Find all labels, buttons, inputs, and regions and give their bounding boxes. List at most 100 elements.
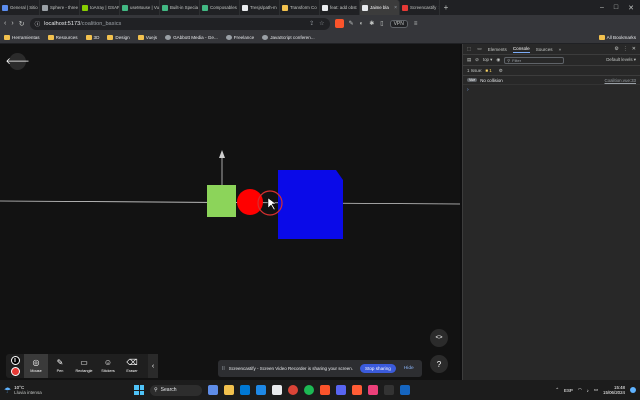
issues-bar[interactable]: 1 Issue: ■ 1 ⚙ bbox=[463, 66, 640, 76]
site-info-icon[interactable]: ⓘ bbox=[35, 20, 41, 28]
clock[interactable]: 15:48 15/06/2024 bbox=[603, 385, 625, 395]
bookmark-favicon-icon bbox=[225, 35, 232, 40]
slack-icon[interactable] bbox=[272, 385, 282, 395]
tab-elements[interactable]: Elements bbox=[488, 47, 507, 52]
taskbar-search-box[interactable]: ⚲ Search bbox=[150, 384, 202, 396]
bookmark-item[interactable]: JavaScript conferen... bbox=[262, 35, 315, 40]
address-bar[interactable]: ⓘ localhost:5173/coalition_basics ⇪ ☆ bbox=[29, 17, 330, 30]
canvas-viewport[interactable]: 🡐 <> ? II ◎ Mouse ✎ Pen ▭ Rectangle ☺ Stickers ⌫… bbox=[0, 44, 460, 380]
brave-shield-icon[interactable] bbox=[334, 19, 344, 28]
brave-icon[interactable] bbox=[320, 385, 330, 395]
browser-tab[interactable]: Screencastify× bbox=[400, 0, 440, 15]
minimize-icon[interactable]: – bbox=[600, 4, 604, 12]
console-settings-icon[interactable]: ⚙ bbox=[499, 68, 503, 74]
bookmark-item[interactable]: Resources bbox=[47, 35, 78, 40]
kebab-menu-icon[interactable]: ⋮ bbox=[623, 46, 628, 52]
reload-icon[interactable]: ↻ bbox=[19, 20, 25, 28]
obs-icon[interactable] bbox=[368, 385, 378, 395]
bookmark-item[interactable]: Design bbox=[107, 35, 130, 40]
3d-scene[interactable] bbox=[0, 44, 460, 380]
color-extension-icon[interactable]: ◐ bbox=[360, 21, 364, 27]
tab-close-icon[interactable]: × bbox=[394, 5, 397, 11]
chrome-icon[interactable] bbox=[288, 385, 298, 395]
screencastify-tool-pen[interactable]: ✎ Pen bbox=[48, 354, 72, 378]
log-source-link[interactable]: Coalition.vue:33 bbox=[605, 78, 637, 83]
sidebar-toggle-icon[interactable]: ▤ bbox=[467, 57, 471, 63]
screencastify-tool-mouse[interactable]: ◎ Mouse bbox=[24, 354, 48, 378]
discord-icon[interactable] bbox=[336, 385, 346, 395]
windows-start-icon[interactable] bbox=[134, 385, 144, 395]
notification-icon[interactable] bbox=[630, 387, 636, 393]
battery-icon[interactable]: ▭ bbox=[594, 387, 598, 393]
browser-tab[interactable]: useMouse | Vu× bbox=[120, 0, 160, 15]
context-selector[interactable]: top ▾ bbox=[483, 57, 493, 63]
more-tabs-button[interactable]: » bbox=[559, 47, 562, 52]
close-devtools-icon[interactable]: ✕ bbox=[632, 46, 636, 52]
bookmark-item[interactable]: Freelance bbox=[225, 35, 254, 40]
back-arrow-icon[interactable]: ‹ bbox=[4, 20, 6, 27]
bookmark-item[interactable]: 3D bbox=[85, 35, 99, 40]
hide-button[interactable]: Hide bbox=[404, 366, 414, 371]
browser-tab[interactable]: toArray | GSAP× bbox=[80, 0, 120, 15]
console-filter-input[interactable]: ⚲ Filter bbox=[504, 56, 565, 64]
share-icon[interactable]: ⇪ bbox=[309, 20, 314, 27]
record-icon[interactable] bbox=[10, 367, 20, 376]
bookmark-item[interactable]: Vuejs bbox=[137, 35, 157, 40]
browser-tab[interactable]: Built-in Specia× bbox=[160, 0, 200, 15]
volume-icon[interactable]: ♪ bbox=[587, 388, 589, 393]
back-button[interactable]: 🡐 bbox=[5, 53, 30, 70]
bookmark-star-icon[interactable]: ☆ bbox=[319, 20, 324, 27]
tab-console[interactable]: Console bbox=[512, 46, 530, 53]
wifi-icon[interactable]: ◠ bbox=[578, 387, 582, 393]
browser-tab[interactable]: Composables× bbox=[200, 0, 240, 15]
eye-icon[interactable]: ◉ bbox=[496, 57, 500, 63]
sidebar-icon[interactable]: ▯ bbox=[380, 20, 383, 27]
tab-label: Jaime bla bbox=[370, 5, 389, 10]
vscode-icon[interactable] bbox=[256, 385, 266, 395]
browser-tab[interactable]: Transform Co× bbox=[280, 0, 320, 15]
task-view-icon[interactable] bbox=[208, 385, 218, 395]
tab-label: Transform Co bbox=[290, 5, 317, 10]
browser-tab[interactable]: General | Sitio× bbox=[0, 0, 40, 15]
weather-widget[interactable]: ☂ 10°C Lluvia intensa bbox=[4, 385, 64, 396]
bookmark-item[interactable]: GAbbott Media - Ge... bbox=[165, 35, 218, 40]
pen-extension-icon[interactable]: ✎ bbox=[349, 20, 354, 27]
vpn-button[interactable]: VPN bbox=[389, 19, 408, 28]
terminal-icon[interactable] bbox=[384, 385, 394, 395]
browser-tab[interactable]: feat: add obst× bbox=[320, 0, 360, 15]
browser-tab[interactable]: Jaime bla × bbox=[360, 0, 400, 15]
puzzle-extensions-icon[interactable]: ✱ bbox=[369, 20, 374, 27]
edge-icon[interactable] bbox=[240, 385, 250, 395]
bitwarden-icon[interactable] bbox=[400, 385, 410, 395]
device-toggle-icon[interactable]: ▭ bbox=[477, 46, 481, 52]
browser-tab[interactable]: Sphere - three× bbox=[40, 0, 80, 15]
console-prompt[interactable]: › bbox=[463, 85, 640, 94]
inspect-icon[interactable]: ⬚ bbox=[467, 46, 471, 52]
help-button[interactable]: ? bbox=[430, 355, 448, 373]
clear-console-icon[interactable]: ⊘ bbox=[475, 57, 479, 63]
bookmark-item[interactable]: Herramientas bbox=[4, 35, 40, 40]
close-window-icon[interactable]: ✕ bbox=[628, 4, 634, 12]
tool-label: Rectangle bbox=[75, 369, 93, 373]
file-explorer-icon[interactable] bbox=[224, 385, 234, 395]
screencastify-tool-eraser[interactable]: ⌫ Eraser bbox=[120, 354, 144, 378]
figma-icon[interactable] bbox=[352, 385, 362, 395]
new-tab-button[interactable]: + bbox=[440, 3, 452, 12]
tab-sources[interactable]: Sources bbox=[536, 47, 553, 52]
menu-icon[interactable]: ≡ bbox=[414, 21, 418, 27]
settings-gear-icon[interactable]: ⚙ bbox=[614, 46, 618, 52]
view-code-button[interactable]: <> bbox=[430, 329, 448, 347]
stop-sharing-button[interactable]: Stop sharing bbox=[360, 364, 396, 373]
language-indicator[interactable]: ESP bbox=[564, 388, 573, 393]
all-bookmarks-button[interactable]: All Bookmarks bbox=[598, 35, 636, 40]
spotify-icon[interactable] bbox=[304, 385, 314, 395]
browser-tab[interactable]: Tresjs/path-m× bbox=[240, 0, 280, 15]
screencastify-tool-stickers[interactable]: ☺ Stickers bbox=[96, 354, 120, 378]
maximize-icon[interactable]: □ bbox=[614, 4, 618, 12]
tray-chevron-icon[interactable]: ⌃ bbox=[555, 387, 559, 393]
log-levels-dropdown[interactable]: Default levels ▾ bbox=[606, 57, 636, 63]
forward-arrow-icon[interactable]: › bbox=[11, 20, 13, 27]
screencastify-tool-rectangle[interactable]: ▭ Rectangle bbox=[72, 354, 96, 378]
collapse-toolbar-button[interactable]: ‹ bbox=[148, 354, 158, 378]
pause-recording-button[interactable]: II bbox=[10, 356, 20, 365]
